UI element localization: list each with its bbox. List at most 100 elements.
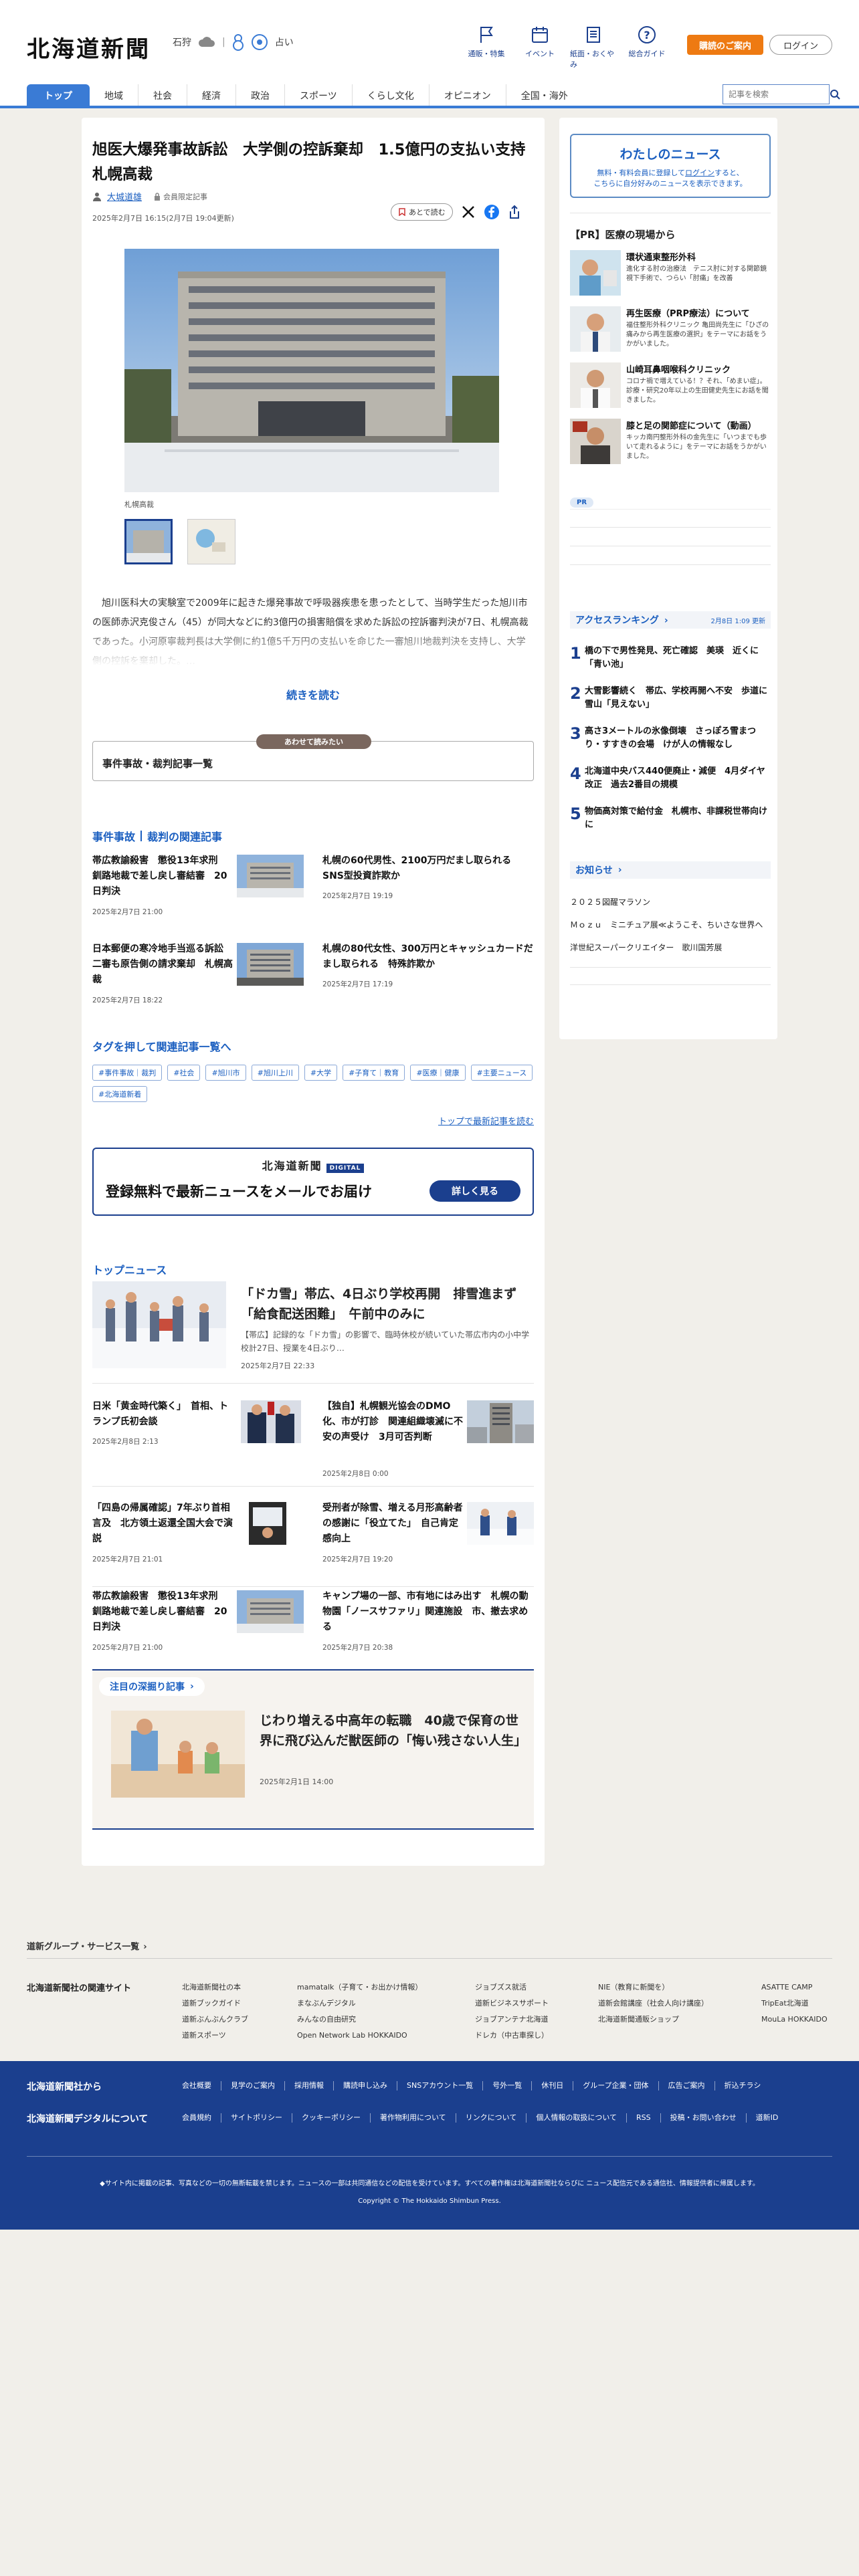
footer-link[interactable]: サイトポリシー xyxy=(221,2113,292,2123)
notice-item[interactable]: 洋世紀スーパークリエイター 歌川国芳展 xyxy=(570,942,722,953)
nav-shop-feature[interactable]: 通販・特集 xyxy=(463,25,510,59)
facebook-share-icon[interactable] xyxy=(484,204,500,220)
nav-tab-world[interactable]: 全国・海外 xyxy=(505,84,583,107)
top-news-item-3[interactable]: 「四島の帰属確認」7年ぶり首相言及 北方領土返還全国大会で演説 2025年2月7… xyxy=(92,1501,304,1564)
tag-item[interactable]: #北海道新着 xyxy=(92,1086,148,1102)
footer-link[interactable]: 道新ブックガイド xyxy=(182,1996,248,2012)
footer-link[interactable]: 号外一覧 xyxy=(482,2081,531,2090)
tag-item[interactable]: #子育て｜教育 xyxy=(343,1065,405,1081)
footer-link[interactable]: MouLa HOKKAIDO xyxy=(761,2012,828,2028)
footer-link[interactable]: 見学のご案内 xyxy=(221,2081,284,2090)
pr-item-1[interactable]: 環状通東整形外科 進化する肘の治療法 テニス肘に対する関節鏡視下手術で、つらい「… xyxy=(570,250,771,304)
nav-events[interactable]: イベント xyxy=(516,25,563,59)
ranking-item-3[interactable]: 3 高さ3メートルの氷像倒壊 さっぽろ雪まつり・すすきの会場 けが人の情報なし xyxy=(570,725,771,752)
photo-thumb-2[interactable] xyxy=(187,519,235,564)
also-read-box[interactable]: あわせて読みたい 事件事故・裁判記事一覧 xyxy=(92,734,534,781)
top-news-item-1[interactable]: 日米「黄金時代築く」 首相、トランプ氏初会談 2025年2月8日 2:13 xyxy=(92,1399,304,1459)
group-services-link[interactable]: 道新グループ・サービス一覧 › xyxy=(27,1939,147,1952)
tag-item[interactable]: #大学 xyxy=(304,1065,338,1081)
footer-link[interactable]: ASATTE CAMP xyxy=(761,1979,828,1996)
footer-link[interactable]: 折込チラシ xyxy=(714,2081,771,2090)
footer-link[interactable]: 道新会館講座（社会人向け講座） xyxy=(598,1996,708,2012)
related-article-1[interactable]: 帯広教諭殺害 懲役13年求刑 釧路地裁で差し戻し審結審 20日判決 2025年2… xyxy=(92,853,304,916)
footer-link[interactable]: NIE（教育に新聞を） xyxy=(598,1979,708,1996)
notice-item[interactable]: Ｍｏｚｕ ミニチュア展≪ようこそ、ちいさな世界へ xyxy=(570,919,763,930)
tag-item[interactable]: #社会 xyxy=(167,1065,201,1081)
login-button[interactable]: ログイン xyxy=(769,35,832,55)
latest-news-link[interactable]: トップで最新記事を読む xyxy=(438,1114,534,1127)
nav-tab-culture[interactable]: くらし文化 xyxy=(351,84,429,107)
share-icon[interactable] xyxy=(508,205,521,219)
photo-thumb-1[interactable] xyxy=(124,519,173,564)
footer-link[interactable]: 道新スポーツ xyxy=(182,2028,248,2044)
footer-link[interactable]: RSS xyxy=(626,2113,660,2123)
footer-link[interactable]: SNSアカウント一覧 xyxy=(397,2081,482,2090)
footer-link[interactable]: まなぶんデジタル xyxy=(297,1996,422,2012)
footer-link[interactable]: グループ企業・団体 xyxy=(573,2081,658,2090)
footer-link[interactable]: リンクについて xyxy=(455,2113,527,2123)
footer-link[interactable]: 道新ビジネスサポート xyxy=(475,1996,549,2012)
footer-link[interactable]: TripEat北海道 xyxy=(761,1996,828,2012)
footer-link[interactable]: 広告ご案内 xyxy=(658,2081,714,2090)
subscribe-button[interactable]: 購読のご案内 xyxy=(687,35,763,55)
top-news-item-2[interactable]: 【独自】札幌観光協会のDMO化、市が打診 関連組織壊滅に不安の声受け 3月可否判… xyxy=(322,1399,534,1478)
tag-item[interactable]: #旭川上川 xyxy=(251,1065,299,1081)
notice-header[interactable]: お知らせ › xyxy=(570,861,771,879)
tag-item[interactable]: #医療｜健康 xyxy=(410,1065,466,1081)
footer-link[interactable]: 会員規約 xyxy=(181,2113,221,2123)
related-article-2[interactable]: 札幌の60代男性、2100万円だまし取られる SNS型投資詐欺か 2025年2月… xyxy=(322,853,534,914)
nav-tab-sports[interactable]: スポーツ xyxy=(284,84,352,107)
footer-link[interactable]: みんなの自由研究 xyxy=(297,2012,422,2028)
read-later-button[interactable]: あとで読む xyxy=(391,203,453,221)
related-article-3[interactable]: 日本郵便の寒冷地手当巡る訴訟 二審も原告側の請求棄却 札幌高裁 2025年2月7… xyxy=(92,942,304,1004)
search-input[interactable] xyxy=(723,85,829,104)
footer-link[interactable]: 会社概要 xyxy=(181,2081,221,2090)
footer-link[interactable]: 個人情報の取扱について xyxy=(526,2113,626,2123)
deep-dive-heading[interactable]: 注目の深掘り記事 › xyxy=(99,1677,205,1696)
top-news-item-5[interactable]: 帯広教諭殺害 懲役13年求刑 釧路地裁で差し戻し審結審 20日判決 2025年2… xyxy=(92,1589,304,1652)
site-logo[interactable]: 北海道新聞 xyxy=(27,31,151,64)
footer-link[interactable]: クッキーポリシー xyxy=(292,2113,370,2123)
article-photo[interactable] xyxy=(124,249,499,492)
read-more-link[interactable]: 続きを読む xyxy=(82,686,545,702)
pr-item-4[interactable]: 膝と足の関節症について（動画） キッカ南円整形外科の金先生に「いつまでも歩いて走… xyxy=(570,419,771,472)
pr-item-3[interactable]: 山崎耳鼻咽喉科クリニック コロナ禍で増えている！？それ、「めまい症」。診療・研究… xyxy=(570,362,771,416)
top-news-item-4[interactable]: 受刑者が除雪、増える月形高齢者の感謝に「役立てた」 自己肯定感向上 2025年2… xyxy=(322,1501,534,1564)
footer-link[interactable]: 休刊日 xyxy=(531,2081,573,2090)
ranking-item-1[interactable]: 1 橋の下で男性発見、死亡確認 美瑛 近くに「青い池」 xyxy=(570,645,771,671)
footer-link[interactable]: ドレカ（中古車探し） xyxy=(475,2028,549,2044)
ranking-item-2[interactable]: 2 大雪影響続く 帯広、学校再開へ不安 歩道に雪山「見えない」 xyxy=(570,685,771,712)
nav-guide[interactable]: ? 総合ガイド xyxy=(624,25,670,59)
nav-tab-politics[interactable]: 政治 xyxy=(235,84,284,107)
nav-tab-economy[interactable]: 経済 xyxy=(187,84,235,107)
x-share-icon[interactable] xyxy=(461,205,476,219)
tag-item[interactable]: #事件事故｜裁判 xyxy=(92,1065,163,1081)
top-news-item-6[interactable]: キャンプ場の一部、市有地にはみ出す 札幌の動物園「ノースサファリ」関連施設 市、… xyxy=(322,1589,534,1652)
nav-tab-opinion[interactable]: オピニオン xyxy=(428,84,506,107)
ranking-item-5[interactable]: 5 物価高対策で給付金 札幌市、非課税世帯向けに xyxy=(570,805,771,832)
footer-link[interactable]: 道新ID xyxy=(745,2113,788,2123)
my-news-login-link[interactable]: ログイン xyxy=(685,169,714,177)
footer-link[interactable]: 北海道新聞通販ショップ xyxy=(598,2012,708,2028)
weather-widget[interactable]: 石狩 | 占い xyxy=(173,33,294,51)
tag-item[interactable]: #主要ニュース xyxy=(470,1065,533,1081)
footer-link[interactable]: ジョブアンテナ北海道 xyxy=(475,2012,549,2028)
nav-paper-obituary[interactable]: 紙面・おくやみ xyxy=(570,25,617,70)
newsletter-promo[interactable]: 北海道新聞 DIGITAL 登録無料で最新ニュースをメールでお届け 詳しく見る xyxy=(92,1148,534,1216)
footer-link[interactable]: ジョブズス就活 xyxy=(475,1979,549,1996)
footer-link[interactable]: 著作物利用について xyxy=(370,2113,456,2123)
footer-link[interactable]: mamatalk（子育て・お出かけ情報） xyxy=(297,1979,422,1996)
pr-item-2[interactable]: 再生医療（PRP療法）について 福住整形外科クリニック 亀田尚先生に「ひざの痛み… xyxy=(570,306,771,360)
footer-link[interactable]: 購読申し込み xyxy=(333,2081,397,2090)
tag-item[interactable]: #旭川市 xyxy=(205,1065,246,1081)
related-article-4[interactable]: 札幌の80代女性、300万円とキャッシュカードだまし取られる 特殊詐欺か 202… xyxy=(322,942,534,1002)
ranking-header[interactable]: アクセスランキング › 2月8日 1:09 更新 xyxy=(570,611,771,629)
footer-link[interactable]: 北海道新聞社の本 xyxy=(182,1979,248,1996)
footer-link[interactable]: 道新ぶんぶんクラブ xyxy=(182,2012,248,2028)
footer-link[interactable]: 投稿・お問い合わせ xyxy=(660,2113,746,2123)
footer-link[interactable]: 採用情報 xyxy=(284,2081,333,2090)
nav-tab-local[interactable]: 地域 xyxy=(90,84,138,107)
footer-link[interactable]: Open Network Lab HOKKAIDO xyxy=(297,2028,422,2044)
nav-tab-top[interactable]: トップ xyxy=(27,84,90,107)
ranking-item-4[interactable]: 4 北海道中央バス440便廃止・減便 4月ダイヤ改正 過去2番目の規模 xyxy=(570,765,771,792)
